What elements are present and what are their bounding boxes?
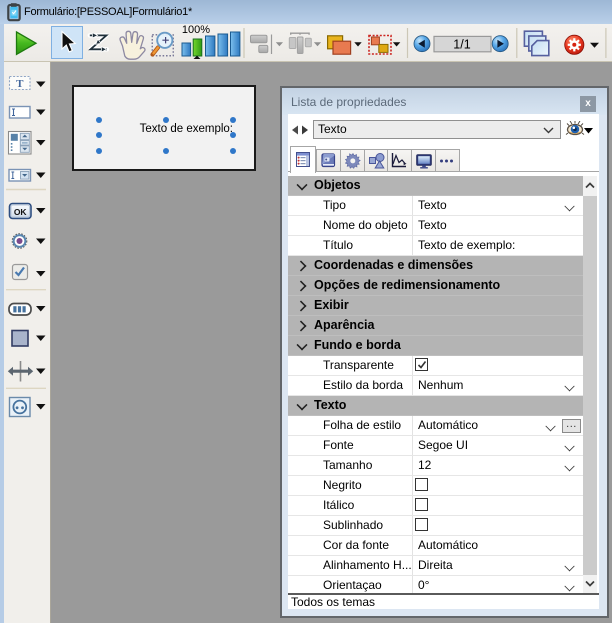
svg-text:OK: OK: [14, 207, 28, 217]
svg-text:T: T: [16, 78, 24, 90]
svg-text:1/1: 1/1: [453, 38, 470, 52]
svg-text:100%: 100%: [182, 24, 210, 36]
